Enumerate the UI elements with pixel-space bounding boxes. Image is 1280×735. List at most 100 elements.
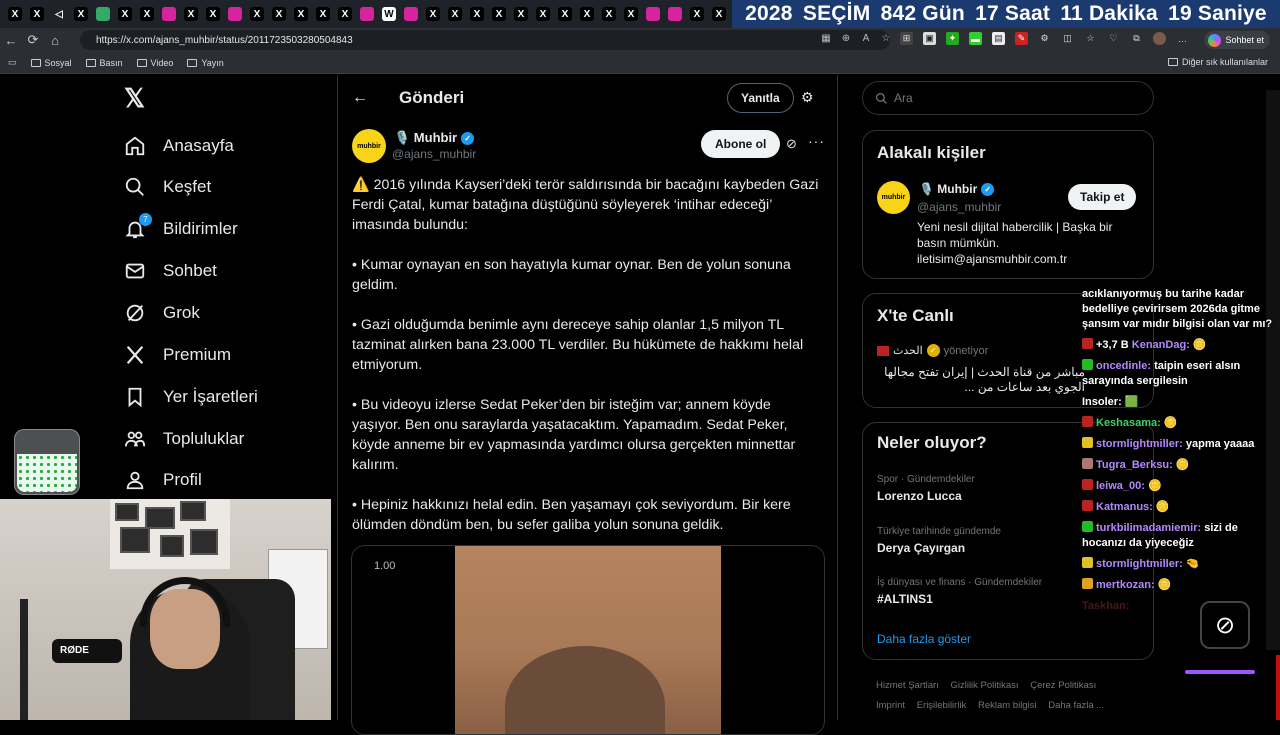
- settings-sliders-icon[interactable]: ⚙: [801, 89, 817, 105]
- trend-item[interactable]: İş dünyası ve finans · Gündemdekiler #ALT…: [877, 577, 1042, 606]
- bookmark-folder-sosyal[interactable]: Sosyal: [30, 58, 72, 68]
- footer-link[interactable]: Hizmet Şartları: [876, 680, 939, 691]
- browser-tab[interactable]: X: [576, 3, 598, 25]
- related-handle[interactable]: @ajans_muhbir: [917, 200, 1001, 214]
- app-icon[interactable]: ▦: [820, 32, 832, 44]
- bookmark-folder-yayin[interactable]: Yayın: [187, 58, 224, 68]
- browser-tab[interactable]: X: [532, 3, 554, 25]
- sidebar-item-bookmarks[interactable]: Yer İşaretleri: [124, 382, 258, 412]
- bookmark-folder-basin[interactable]: Basın: [85, 58, 123, 68]
- more-options-icon[interactable]: ···: [808, 133, 825, 149]
- browser-tab[interactable]: X: [466, 3, 488, 25]
- browser-tab[interactable]: X: [290, 3, 312, 25]
- footer-link[interactable]: Imprint: [876, 700, 905, 711]
- trend-item[interactable]: Türkiye tarihinde gündemde Derya Çayırgan: [877, 526, 1001, 555]
- grok-icon[interactable]: ⊘: [786, 136, 801, 151]
- other-bookmarks[interactable]: Diğer sık kullanılanlar: [1167, 57, 1268, 67]
- browser-tab[interactable]: X: [334, 3, 356, 25]
- browser-tab[interactable]: [400, 3, 422, 25]
- grok-floating-icon[interactable]: ⊘: [1200, 601, 1250, 649]
- footer-link[interactable]: Daha fazla ...: [1048, 700, 1104, 711]
- sidebar-item-home[interactable]: Anasayfa: [124, 131, 234, 161]
- split-screen-icon[interactable]: ◫: [1061, 32, 1074, 45]
- extension-icon[interactable]: ▣: [923, 32, 936, 45]
- browser-tab[interactable]: X: [422, 3, 444, 25]
- tab-actions-icon[interactable]: ▭: [8, 57, 17, 68]
- related-avatar[interactable]: muhbir: [877, 181, 910, 214]
- browser-tab[interactable]: X: [202, 3, 224, 25]
- browser-tab[interactable]: [158, 3, 180, 25]
- copilot-button[interactable]: Sohbet et: [1204, 31, 1270, 49]
- browser-tab[interactable]: W: [378, 3, 400, 25]
- sidebar-item-profile[interactable]: Profil: [124, 465, 202, 495]
- url-field[interactable]: https://x.com/ajans_muhbir/status/201172…: [80, 30, 890, 50]
- address-bar-row: ← ⟳ ⌂ https://x.com/ajans_muhbir/status/…: [0, 28, 1280, 52]
- extension-icon[interactable]: ▬: [969, 32, 982, 45]
- browser-tab[interactable]: X: [26, 3, 48, 25]
- favorite-star-icon[interactable]: ☆: [880, 32, 892, 44]
- browser-tab[interactable]: X: [180, 3, 202, 25]
- browser-tab[interactable]: X: [510, 3, 532, 25]
- sidebar-item-premium[interactable]: Premium: [124, 340, 231, 370]
- extension-icon[interactable]: ✦: [946, 32, 959, 45]
- related-name[interactable]: 🎙️ Muhbir ✓: [919, 182, 995, 196]
- reply-button[interactable]: Yanıtla: [727, 83, 794, 113]
- author-name[interactable]: 🎙️ Muhbir ✓: [394, 130, 475, 146]
- browser-tab[interactable]: X: [312, 3, 334, 25]
- browser-tab[interactable]: X: [136, 3, 158, 25]
- browser-tab[interactable]: X: [620, 3, 642, 25]
- bookmark-folder-video[interactable]: Video: [136, 58, 173, 68]
- extension-icon[interactable]: ✎: [1015, 32, 1028, 45]
- footer-link[interactable]: Reklam bilgisi: [978, 700, 1037, 711]
- sidebar-item-communities[interactable]: Topluluklar: [124, 424, 244, 454]
- favorites-icon[interactable]: ☆: [1084, 32, 1097, 45]
- extension-icon[interactable]: ▤: [992, 32, 1005, 45]
- browser-tab[interactable]: X: [246, 3, 268, 25]
- follow-button[interactable]: Takip et: [1068, 184, 1137, 210]
- sidebar-item-grok[interactable]: Grok: [124, 298, 200, 328]
- browser-tab[interactable]: X: [444, 3, 466, 25]
- sidebar-item-explore[interactable]: Keşfet: [124, 172, 211, 202]
- browser-tab[interactable]: X: [708, 3, 730, 25]
- video-player[interactable]: 1.00: [351, 545, 825, 735]
- profile-avatar[interactable]: [1153, 32, 1166, 45]
- subscribe-button[interactable]: Abone ol: [701, 130, 781, 158]
- heart-icon[interactable]: ♡: [1107, 32, 1120, 45]
- browser-tab[interactable]: [642, 3, 664, 25]
- browser-tab[interactable]: X: [554, 3, 576, 25]
- live-source-name: الحدث: [893, 345, 923, 357]
- search-input[interactable]: Ara: [862, 81, 1154, 115]
- browser-tab[interactable]: X: [4, 3, 26, 25]
- author-handle[interactable]: @ajans_muhbir: [392, 147, 476, 161]
- collections-icon[interactable]: ⧉: [1130, 32, 1143, 45]
- browser-tab[interactable]: X: [598, 3, 620, 25]
- home-icon[interactable]: ⌂: [44, 33, 66, 48]
- author-avatar[interactable]: muhbir: [352, 129, 386, 163]
- browser-tab[interactable]: X: [686, 3, 708, 25]
- sidebar-item-notifications[interactable]: 7 Bildirimler: [124, 213, 238, 244]
- more-menu-icon[interactable]: …: [1176, 32, 1189, 45]
- browser-tab[interactable]: [356, 3, 378, 25]
- sidebar-item-chat[interactable]: Sohbet: [124, 256, 217, 286]
- back-icon[interactable]: ←: [0, 33, 22, 48]
- browser-tab[interactable]: X: [114, 3, 136, 25]
- browser-tab[interactable]: [224, 3, 246, 25]
- footer-link[interactable]: Erişilebilirlik: [917, 700, 967, 711]
- reload-icon[interactable]: ⟳: [22, 32, 44, 48]
- browser-tab[interactable]: ◁: [48, 3, 70, 25]
- back-arrow-icon[interactable]: ←: [352, 89, 368, 107]
- extension-icon[interactable]: ⚙: [1038, 32, 1051, 45]
- browser-tab[interactable]: [664, 3, 686, 25]
- browser-tab[interactable]: [92, 3, 114, 25]
- footer-link[interactable]: Çerez Politikası: [1030, 680, 1096, 691]
- read-aloud-icon[interactable]: A: [860, 32, 872, 44]
- x-logo-icon[interactable]: 𝕏: [124, 85, 150, 111]
- extension-icon[interactable]: ⊞: [900, 32, 913, 45]
- show-more-link[interactable]: Daha fazla göster: [877, 632, 971, 646]
- browser-tab[interactable]: X: [70, 3, 92, 25]
- trend-item[interactable]: Spor · Gündemdekiler Lorenzo Lucca: [877, 474, 975, 503]
- browser-tab[interactable]: X: [488, 3, 510, 25]
- zoom-icon[interactable]: ⊕: [840, 32, 852, 44]
- browser-tab[interactable]: X: [268, 3, 290, 25]
- footer-link[interactable]: Gizlilik Politikası: [950, 680, 1018, 691]
